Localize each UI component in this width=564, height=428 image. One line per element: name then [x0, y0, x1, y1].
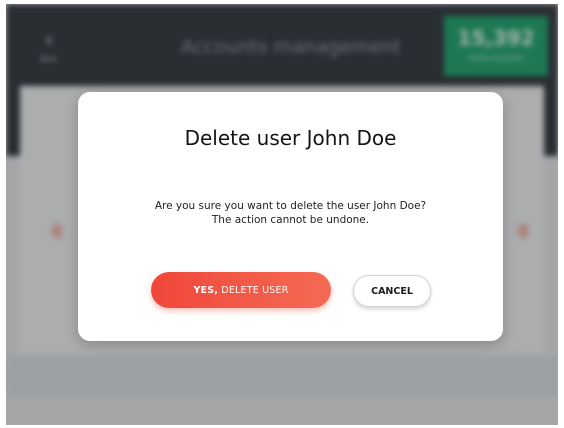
dialog-message-line-1: Are you sure you want to delete the user…	[154, 200, 427, 212]
app-screen: ‹ Back Accounts management 15,392 Active…	[6, 4, 558, 425]
dialog-message-line-2: The action cannot be undone.	[211, 214, 370, 226]
confirm-delete-button[interactable]: YES, DELETE USER	[151, 272, 331, 308]
confirm-label-bold: YES,	[193, 284, 219, 296]
dialog-message: Are you sure you want to delete the user…	[98, 199, 483, 227]
cancel-button[interactable]: CANCEL	[353, 275, 431, 307]
dialog-title: Delete user John Doe	[184, 126, 397, 150]
confirm-label-rest: DELETE USER	[218, 284, 289, 296]
delete-user-dialog: Delete user John Doe Are you sure you wa…	[78, 92, 503, 341]
